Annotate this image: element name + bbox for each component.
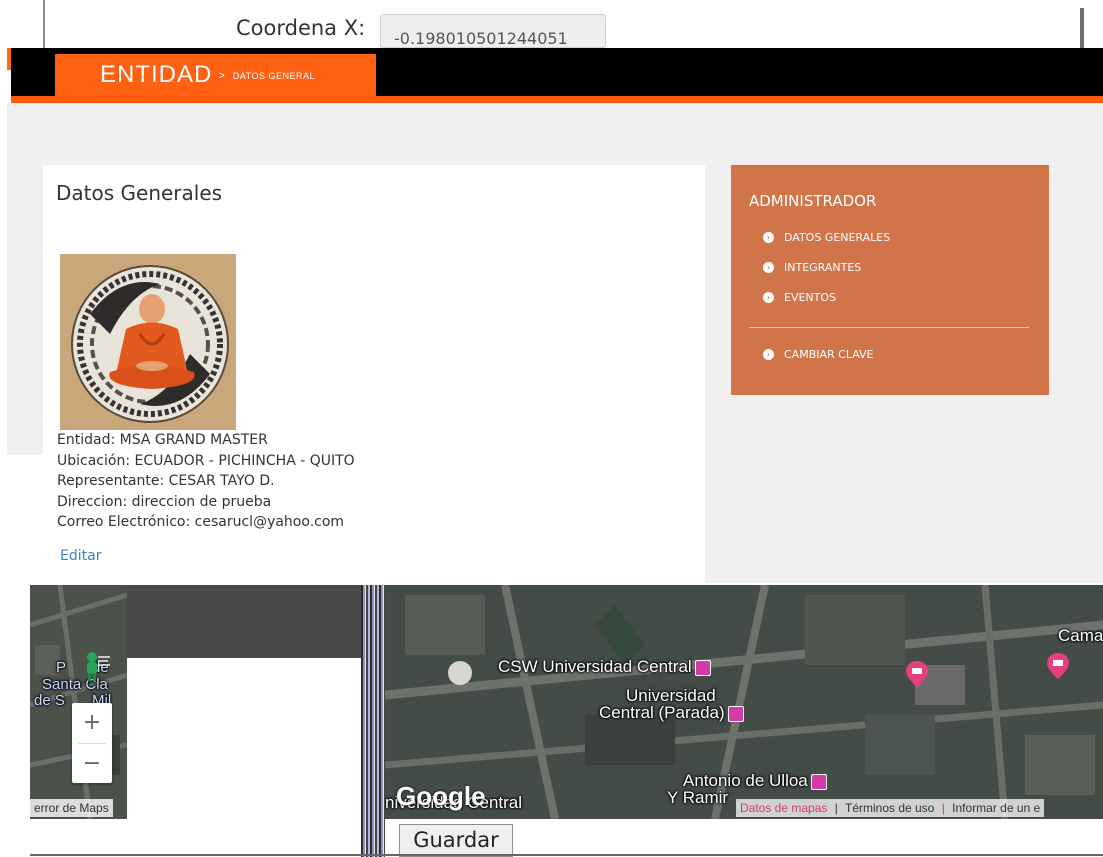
admin-item-datos-generales[interactable]: › DATOS GENERALES xyxy=(763,231,890,244)
map-grey-block xyxy=(127,585,361,658)
map-white-block xyxy=(127,658,362,857)
report-link[interactable]: Informar de un e xyxy=(952,801,1040,815)
edit-link[interactable]: Editar xyxy=(60,548,101,564)
satellite-map[interactable]: CSW Universidad Central Universidad Cent… xyxy=(385,585,1103,819)
admin-item-eventos[interactable]: › EVENTOS xyxy=(763,291,836,304)
map-error-text: error de Maps xyxy=(30,799,113,817)
breadcrumb-current: DATOS GENERAL xyxy=(232,71,315,81)
entity-name: Entidad: MSA GRAND MASTER xyxy=(57,432,268,448)
map-label-parada: Central (Parada) xyxy=(599,703,744,723)
terms-link[interactable]: Términos de uso xyxy=(845,801,934,815)
google-logo: Google xyxy=(396,781,486,811)
coordinate-form-fragment: Coordena X: -0.198010501244051 xyxy=(0,0,1103,48)
coord-x-input[interactable]: -0.198010501244051 xyxy=(380,14,606,48)
content-edge xyxy=(7,455,43,585)
entity-address: Direccion: direccion de prueba xyxy=(57,493,272,510)
header-underline xyxy=(11,96,1103,103)
shopping-pin-icon[interactable] xyxy=(906,661,928,687)
admin-item-cambiar-clave[interactable]: › CAMBIAR CLAVE xyxy=(763,348,874,361)
entity-info: Entidad: MSA GRAND MASTER Ubicación: ECU… xyxy=(57,430,355,533)
map-label-text: CSW Universidad Central xyxy=(498,657,692,676)
admin-item-label: EVENTOS xyxy=(784,291,837,304)
coord-x-label: Coordena X: xyxy=(236,16,366,40)
form-border-left xyxy=(43,0,45,48)
bus-stop-icon xyxy=(694,659,711,676)
map-data-link[interactable]: Datos de mapas xyxy=(740,801,827,815)
breadcrumb: ENTIDAD > DATOS GENERAL xyxy=(55,54,376,96)
general-data-panel: Datos Generales Entidad: MSA GRAND MASTE… xyxy=(43,165,705,585)
monk-image xyxy=(60,254,236,430)
map-label-camari: Camari xyxy=(1058,626,1103,645)
map-region: P de Santa Cla de S Mil + − error de Map… xyxy=(30,585,1103,857)
pegman-icon[interactable] xyxy=(82,651,110,681)
zoom-in-button[interactable]: + xyxy=(72,703,112,743)
bus-stop-icon xyxy=(810,773,827,790)
map-label-left-1: P xyxy=(56,659,67,676)
entity-representative: Representante: CESAR TAYO D. xyxy=(57,473,275,489)
map-label-text: Central (Parada) xyxy=(599,703,725,722)
arrow-circle-icon: › xyxy=(763,349,774,360)
entity-avatar xyxy=(60,254,236,430)
bus-stop-icon xyxy=(727,705,744,722)
admin-item-label: CAMBIAR CLAVE xyxy=(784,348,874,361)
admin-title: ADMINISTRADOR xyxy=(749,192,877,210)
attribution-divider: | xyxy=(834,801,838,815)
arrow-circle-icon: › xyxy=(763,262,774,273)
map-label-ramir: Y Ramir xyxy=(667,788,729,807)
admin-item-label: INTEGRANTES xyxy=(784,261,862,274)
panel-title: Datos Generales xyxy=(56,181,223,205)
entity-header: ENTIDAD > DATOS GENERAL xyxy=(11,48,1103,96)
admin-menu: ADMINISTRADOR › DATOS GENERALES › INTEGRAN… xyxy=(731,165,1049,395)
map-left-fragment[interactable]: P de Santa Cla de S Mil + − error de Map… xyxy=(30,585,127,819)
map-label-left-4: de S xyxy=(34,692,65,709)
admin-item-integrantes[interactable]: › INTEGRANTES xyxy=(763,261,861,274)
scrollbar-fragment[interactable] xyxy=(1080,8,1084,48)
map-attribution: Datos de mapas | Términos de uso | Infor… xyxy=(736,799,1045,817)
admin-divider xyxy=(749,327,1029,328)
page-title: ENTIDAD xyxy=(100,61,213,88)
arrow-circle-icon: › xyxy=(763,232,774,243)
save-button[interactable]: Guardar xyxy=(399,824,513,857)
zoom-out-button[interactable]: − xyxy=(72,744,112,784)
zoom-control: + − xyxy=(72,703,112,783)
bottom-divider xyxy=(30,854,1103,856)
entity-email: Correo Electrónico: cesarucl@yahoo.com xyxy=(57,514,345,530)
admin-item-label: DATOS GENERALES xyxy=(784,231,891,244)
map-label-csw: CSW Universidad Central xyxy=(498,657,711,677)
attribution-divider: | xyxy=(941,801,945,815)
arrow-circle-icon: › xyxy=(763,292,774,303)
breadcrumb-separator: > xyxy=(218,70,225,82)
render-glitch-strip xyxy=(361,585,385,857)
shopping-pin-icon[interactable] xyxy=(1047,653,1069,679)
entity-location: Ubicación: ECUADOR - PICHINCHA - QUITO xyxy=(57,452,355,469)
